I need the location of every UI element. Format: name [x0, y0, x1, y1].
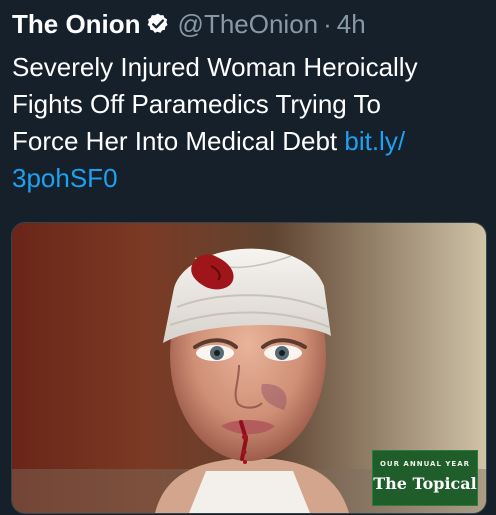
- tweet-header: The Onion @TheOnion · 4h: [12, 8, 366, 40]
- tweet-text-line-2: Fights Off Paramedics Trying To: [12, 89, 381, 119]
- annual-year-promo-badge[interactable]: OUR ANNUAL YEAR The Topical: [372, 450, 478, 506]
- tweet-card[interactable]: The Onion @TheOnion · 4h Severely Injure…: [0, 0, 496, 515]
- tweet-time[interactable]: 4h: [337, 9, 366, 40]
- tweet-link-part-2[interactable]: 3pohSF0: [12, 163, 118, 193]
- tweet-text-line-3: Force Her Into Medical Debt: [12, 126, 345, 156]
- tweet-image[interactable]: OUR ANNUAL YEAR The Topical: [11, 222, 487, 514]
- tweet-text-line-1: Severely Injured Woman Heroically: [12, 52, 418, 82]
- separator-dot: ·: [323, 8, 332, 39]
- promo-title: The Topical: [373, 474, 477, 493]
- verified-check-icon: [146, 12, 170, 36]
- tweet-link-part-1[interactable]: bit.ly/: [344, 126, 405, 156]
- tweet-text: Severely Injured Woman Heroically Fights…: [12, 49, 487, 197]
- promo-small-text: OUR ANNUAL YEAR: [379, 460, 471, 468]
- display-name[interactable]: The Onion: [12, 9, 141, 40]
- handle[interactable]: @TheOnion: [178, 9, 319, 40]
